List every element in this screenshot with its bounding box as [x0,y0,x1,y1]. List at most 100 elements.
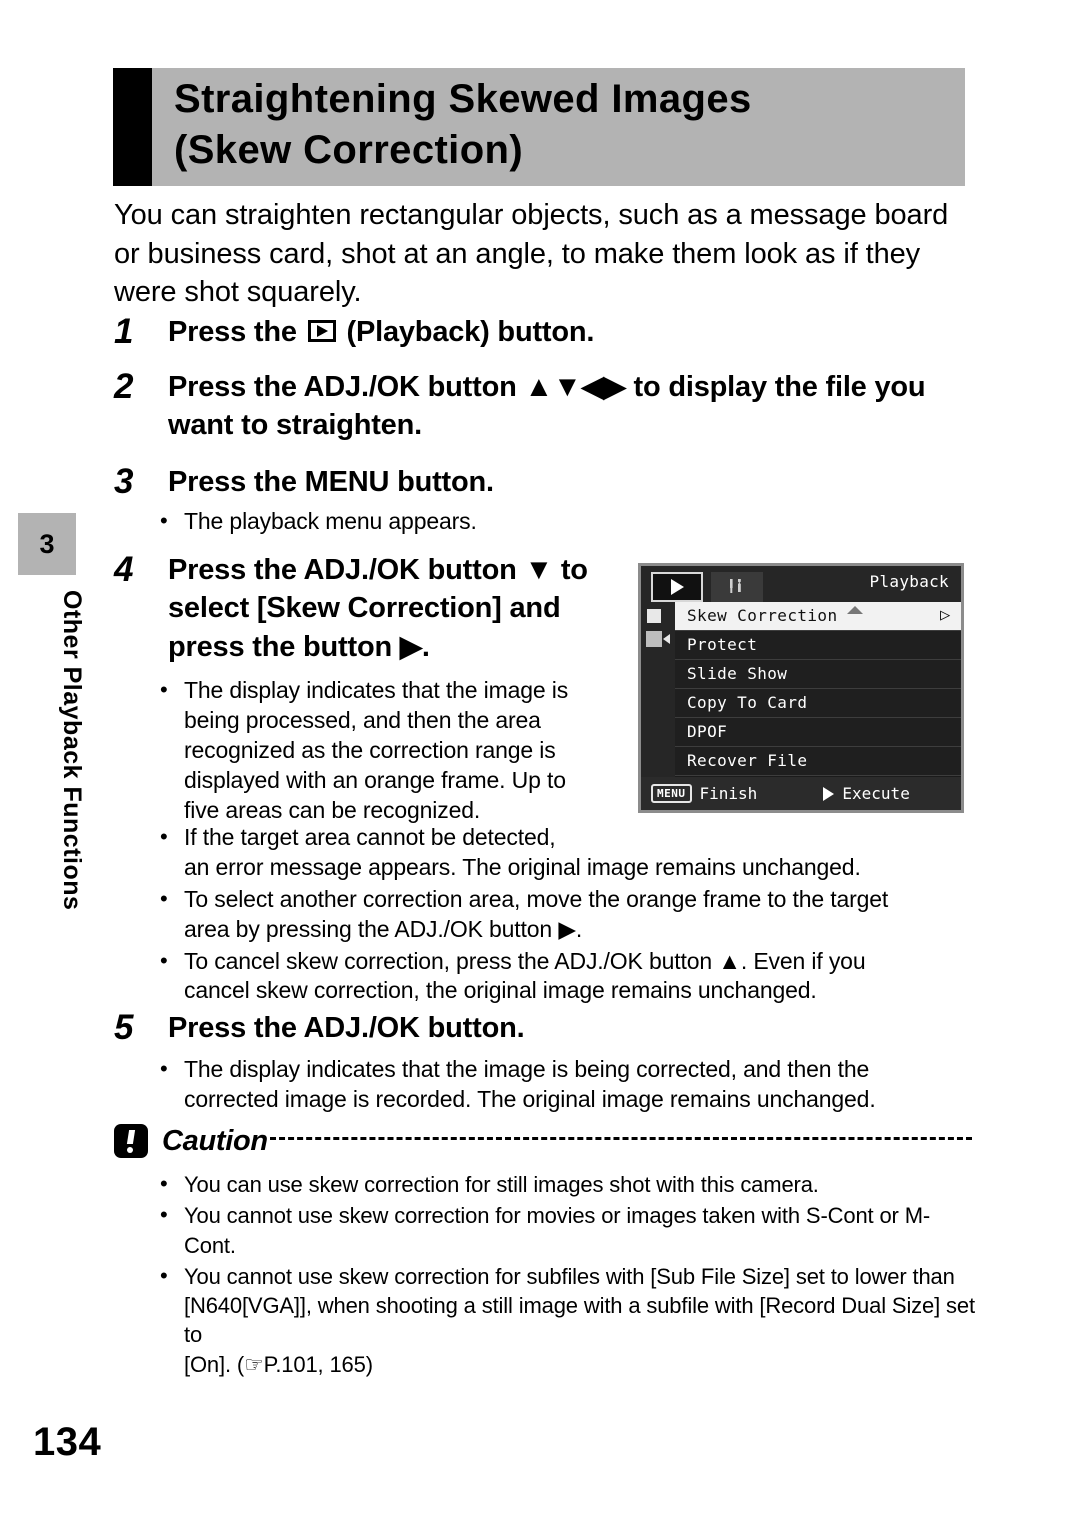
menu-item-label: Copy To Card [687,693,808,712]
setup-tab[interactable] [711,572,763,602]
camera-footer-bar: MENU Finish Execute [641,777,961,810]
caution-bullets: • You can use skew correction for still … [160,1170,978,1381]
chapter-title-vertical: Other Playback Functions [58,590,86,911]
menu-key-icon: MENU [651,784,692,803]
step-4-line-2: select [Skew Correction] and [168,592,561,625]
heading-accent-bar [113,68,152,186]
bullet-text: The display indicates that the image is … [184,1055,972,1115]
bullet-text: You cannot use skew correction for subfi… [184,1262,978,1379]
bullet-line: corrected image is recorded. The origina… [184,1085,876,1112]
step-3-bullets: • The playback menu appears. [160,507,760,539]
page-number: 134 [33,1420,102,1464]
execute-label: Execute [842,784,910,803]
step-5-number: 5 [114,1008,134,1047]
camera-menu-body: Skew Correction Protect Slide Show Copy … [641,602,961,777]
step-3-text: Press the MENU button. [168,463,974,502]
bullet-dot: • [160,885,168,911]
step-1-text: Press the (Playback) button. [168,313,974,352]
rail-square-icon [647,609,661,623]
bullet-item: • The display indicates that the image i… [160,1055,972,1115]
camera-tab-bar: Playback [641,566,961,602]
step-5-text: Press the ADJ./OK button. [168,1009,974,1048]
chevron-up-icon [846,606,863,614]
menu-item-copy-to-card[interactable]: Copy To Card [675,689,961,718]
execute-action: Execute [823,784,910,803]
bullet-line: being processed, and then the area [184,706,541,733]
bullet-text: The display indicates that the image is … [184,676,630,825]
bullet-item: • To cancel skew correction, press the A… [160,947,972,1007]
playback-tab[interactable] [651,572,703,602]
bullet-line: You cannot use skew correction for movie… [184,1203,931,1258]
bullet-dot: • [160,947,168,973]
chapter-number: 3 [39,528,55,559]
bullet-item: • If the target area cannot be detected,… [160,823,972,883]
step-3-number: 3 [114,462,134,501]
tools-icon [726,576,748,598]
step-4-line-1: Press the ADJ./OK button ▼ to [168,554,588,586]
bullet-line: recognized as the correction range is [184,736,556,763]
bullet-dot: • [160,508,168,533]
bullet-item: • You can use skew correction for still … [160,1170,978,1199]
step-2-line-1: Press the ADJ./OK button ▲▼◀▶ to display… [168,371,926,403]
intro-paragraph: You can straighten rectangular objects, … [114,196,974,312]
bullet-line: If the target area cannot be detected, [184,824,556,850]
bullet-line: [On]. (☞P.101, 165) [184,1351,373,1377]
menu-item-label: Skew Correction [687,606,838,625]
bullet-dot: • [160,824,168,849]
bullet-text: If the target area cannot be detected, a… [184,823,972,883]
bullet-line: [N640[VGA]], when shooting a still image… [184,1293,975,1348]
chapter-tab: 3 [18,513,76,575]
bullet-line: cancel skew correction, the original ima… [184,977,817,1004]
bullet-item: • To select another correction area, mov… [160,885,972,945]
page-title: Straightening Skewed Images (Skew Correc… [152,68,965,186]
bullet-line: an error message appears. The original i… [184,853,861,880]
caution-label: Caution [162,1124,268,1157]
playback-button-icon [307,320,336,342]
chevron-right-icon [940,607,951,624]
bullet-dot: • [160,1171,168,1196]
menu-item-protect[interactable]: Protect [675,631,961,660]
page-heading: Straightening Skewed Images (Skew Correc… [113,68,965,186]
bullet-line: To select another correction area, move … [184,885,889,912]
camera-menu-list: Skew Correction Protect Slide Show Copy … [675,602,961,777]
menu-item-label: Protect [687,635,758,654]
bullet-text: The playback menu appears. [184,507,760,537]
bullet-text: You can use skew correction for still im… [184,1170,978,1199]
menu-item-dpof[interactable]: DPOF [675,718,961,747]
caution-divider [269,1137,972,1140]
step-2-text: Press the ADJ./OK button ▲▼◀▶ to display… [168,368,974,445]
bullet-line: area by pressing the ADJ./OK button ▶. [184,915,583,942]
step-1: 1 Press the (Playback) button. [114,312,974,352]
bullet-line: To cancel skew correction, press the ADJ… [184,947,866,974]
step-1-line-1: Press the (Playback) button. [168,313,974,351]
bullet-dot: • [160,1202,168,1228]
bullet-dot: • [160,1056,168,1081]
step-3-line-1: Press the MENU button. [168,466,494,498]
menu-item-skew-correction[interactable]: Skew Correction [675,602,961,631]
menu-item-recover-file[interactable]: Recover File [675,747,961,776]
bullet-item: • The display indicates that the image i… [160,676,630,825]
intro-line-3: were shot squarely. [114,276,362,309]
bullet-text: To cancel skew correction, press the ADJ… [184,947,972,1007]
bullet-line: five areas can be recognized. [184,796,481,823]
step-2-line-2: want to straighten. [168,409,422,442]
camera-side-rail [641,602,675,777]
bullet-dot: • [160,677,168,702]
step-4-bullets-narrow: • The display indicates that the image i… [160,676,630,827]
bullet-line: You can use skew correction for still im… [184,1172,819,1197]
bullet-line: The playback menu appears. [184,508,477,534]
bullet-text: To select another correction area, move … [184,885,972,945]
bullet-item: • The playback menu appears. [160,507,760,537]
bullet-line: displayed with an orange frame. Up to [184,766,566,793]
step-1-number: 1 [114,312,134,351]
step-4-number: 4 [114,550,134,589]
page-title-line-2: (Skew Correction) [174,128,524,173]
intro-line-2: or business card, shot at an angle, to m… [114,237,921,270]
menu-item-slide-show[interactable]: Slide Show [675,660,961,689]
play-right-icon [823,786,835,801]
menu-item-label: Slide Show [687,664,788,683]
menu-item-label: DPOF [687,722,728,741]
step-1-suffix: (Playback) button. [338,316,595,348]
step-2-number: 2 [114,367,134,406]
bullet-line: You cannot use skew correction for subfi… [184,1263,955,1289]
